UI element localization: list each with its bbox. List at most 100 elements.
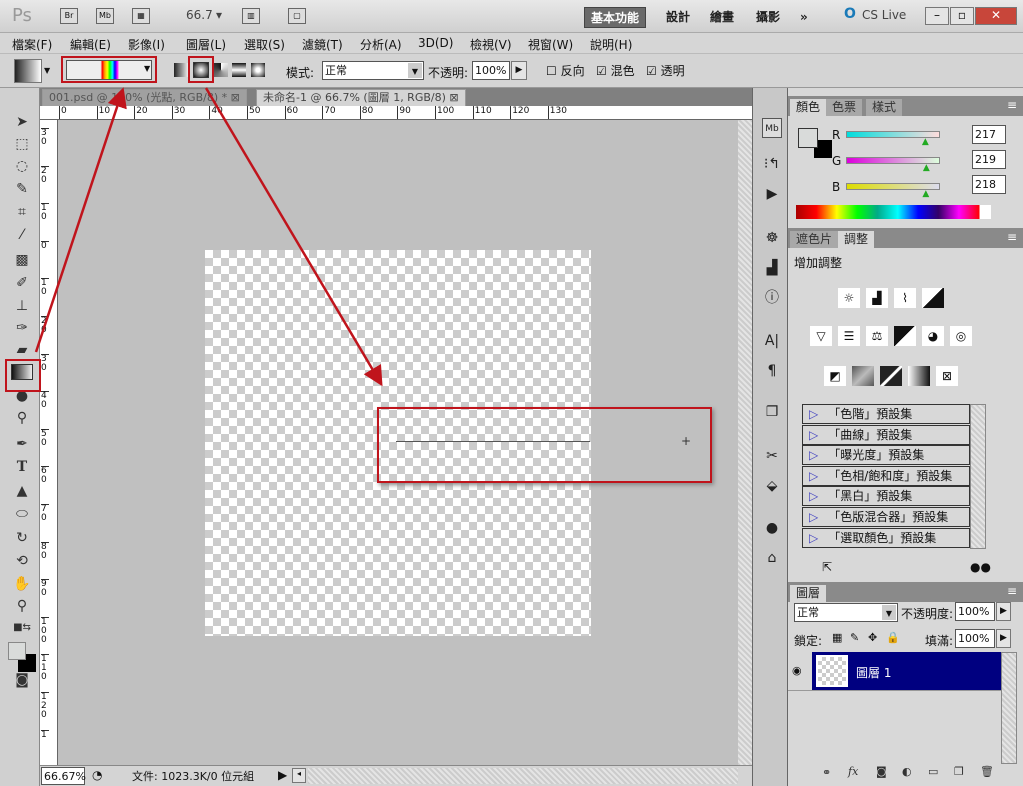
navigator-panel-icon[interactable]: ☸ [762,228,782,248]
opacity-slider-button[interactable]: ▶ [996,602,1011,621]
visibility-eye-icon[interactable]: ◉ [792,664,802,677]
color-balance-icon[interactable]: ⚖ [866,326,888,346]
expand-view-icon[interactable]: ⇱ [822,560,832,574]
channel-mixer-icon[interactable]: ◎ [950,326,972,346]
preset-label: 「選取顏色」預設集 [828,531,937,545]
foreground-color-swatch[interactable] [798,128,818,148]
paragraph-panel-icon[interactable]: ¶ [762,361,782,381]
b-label: B [832,180,841,194]
b-input[interactable]: 218 [972,175,1006,194]
preset-black-white[interactable]: ▷ 「黑白」預設集 [802,486,970,506]
layer-name[interactable]: 圖層 1 [856,664,891,681]
preset-exposure[interactable]: ▷ 「曝光度」預設集 [802,445,970,465]
actions-panel-icon[interactable]: ▶ [762,184,782,204]
selective-color-icon[interactable]: ⊠ [936,366,958,386]
layer-thumbnail [816,655,848,687]
brightness-contrast-icon[interactable]: ☼ [838,288,860,308]
layers-panel-header: 圖層 ≡ [788,582,1023,602]
lock-transparent-icon[interactable]: ▦ [832,631,842,644]
slider-handle[interactable]: ▲ [922,137,929,147]
delete-layer-icon[interactable]: 🗑 [980,765,994,778]
expand-triangle-icon: ▷ [809,428,819,442]
panel-dock: Mb ⁝↰ ▶ ☸ ▟ ⓘ A| ¶ ❐ ✂ ⬙ ● ⌂ [752,88,788,786]
slider-handle[interactable]: ▲ [923,163,930,173]
presets-scrollbar[interactable] [970,404,986,549]
b-slider[interactable]: ▲ [846,183,940,199]
layer-opacity-input[interactable]: 100% [955,602,995,621]
posterize-icon[interactable] [852,366,874,386]
layers-footer: ⚭ fx ◙ ◐ ▭ ❐ 🗑 [788,764,1023,784]
lock-all-icon[interactable]: 🔒 [886,631,900,644]
character-panel-icon[interactable]: A| [762,331,782,351]
lock-label: 鎖定: [794,634,823,648]
paths-panel-icon[interactable]: ⌂ [762,548,782,568]
new-adjustment-layer-icon[interactable]: ◐ [902,765,912,778]
preset-label: 「色相/飽和度」預設集 [828,469,953,483]
invert-icon[interactable]: ◩ [824,366,846,386]
fill-slider-button[interactable]: ▶ [996,629,1011,648]
blend-mode-value: 正常 [797,606,819,619]
hue-saturation-icon[interactable]: ☰ [838,326,860,346]
layer-opacity-label: 不透明度: [901,607,954,621]
preset-curves[interactable]: ▷ 「曲線」預設集 [802,425,970,445]
panels: 顏色 色票 樣式 ≡ R ▲ 217 G ▲ 219 B ▲ 218 遮色片 調… [788,88,1023,786]
link-layers-icon[interactable]: ⚭ [822,766,831,779]
3d-panel-icon[interactable]: ⬙ [762,476,782,496]
add-adjustment-title: 增加調整 [794,256,843,270]
g-input[interactable]: 219 [972,150,1006,169]
new-group-icon[interactable]: ▭ [928,765,938,778]
histogram-panel-icon[interactable]: ▟ [762,258,782,278]
tab-layers[interactable]: 圖層 [790,585,827,602]
tab-masks[interactable]: 遮色片 [790,231,839,248]
expand-triangle-icon: ▷ [809,448,819,462]
blend-mode-select[interactable]: 正常 ▼ [794,603,898,622]
preset-selective-color[interactable]: ▷ 「選取顏色」預設集 [802,528,970,548]
photo-filter-icon[interactable]: ◕ [922,326,944,346]
gradient-map-icon[interactable] [908,366,930,386]
tab-styles[interactable]: 樣式 [866,99,903,116]
add-mask-icon[interactable]: ◙ [876,765,887,778]
layer-row[interactable]: ◉ 圖層 1 [788,652,1001,691]
preset-label: 「色階」預設集 [828,407,913,421]
vibrance-icon[interactable]: ▽ [810,326,832,346]
curves-icon[interactable]: ⌇ [894,288,916,308]
preset-hue-saturation[interactable]: ▷ 「色相/飽和度」預設集 [802,466,970,486]
tab-adjustments[interactable]: 調整 [838,231,875,248]
preset-label: 「黑白」預設集 [828,489,913,503]
fill-input[interactable]: 100% [955,629,995,648]
preset-channel-mixer[interactable]: ▷ 「色版混合器」預設集 [802,507,970,527]
levels-icon[interactable]: ▟ [866,288,888,308]
clip-to-layer-icon[interactable]: ●● [970,560,991,574]
layers-scrollbar[interactable] [1001,652,1017,764]
info-panel-icon[interactable]: ⓘ [762,288,782,308]
expand-triangle-icon: ▷ [809,469,819,483]
lock-position-icon[interactable]: ✥ [868,631,877,644]
r-slider[interactable]: ▲ [846,131,940,147]
color-spectrum-bar[interactable] [796,205,991,219]
clone-source-panel-icon[interactable]: ❐ [762,402,782,422]
r-input[interactable]: 217 [972,125,1006,144]
tab-color[interactable]: 顏色 [790,99,827,116]
black-white-icon[interactable] [894,326,916,346]
chevron-down-icon: ▼ [882,605,896,620]
fx-icon[interactable]: fx [848,765,858,778]
g-slider[interactable]: ▲ [846,157,940,173]
history-panel-icon[interactable]: ⁝↰ [762,154,782,174]
channels-panel-icon[interactable]: ● [762,518,782,538]
slider-handle[interactable]: ▲ [922,189,929,199]
tab-swatches[interactable]: 色票 [826,99,863,116]
panel-menu-icon[interactable]: ≡ [1007,98,1017,112]
exposure-icon[interactable] [922,288,944,308]
lock-image-icon[interactable]: ✎ [850,631,859,644]
threshold-icon[interactable] [880,366,902,386]
preset-label: 「色版混合器」預設集 [828,510,949,524]
r-label: R [832,128,841,142]
arrow-tool-to-picker [34,87,127,353]
panel-menu-icon[interactable]: ≡ [1007,230,1017,244]
expand-triangle-icon: ▷ [809,531,819,545]
mini-bridge-panel-icon[interactable]: Mb [762,118,782,138]
preset-levels[interactable]: ▷ 「色階」預設集 [802,404,970,424]
tool-presets-panel-icon[interactable]: ✂ [762,446,782,466]
new-layer-icon[interactable]: ❐ [954,765,964,778]
panel-menu-icon[interactable]: ≡ [1007,584,1017,598]
